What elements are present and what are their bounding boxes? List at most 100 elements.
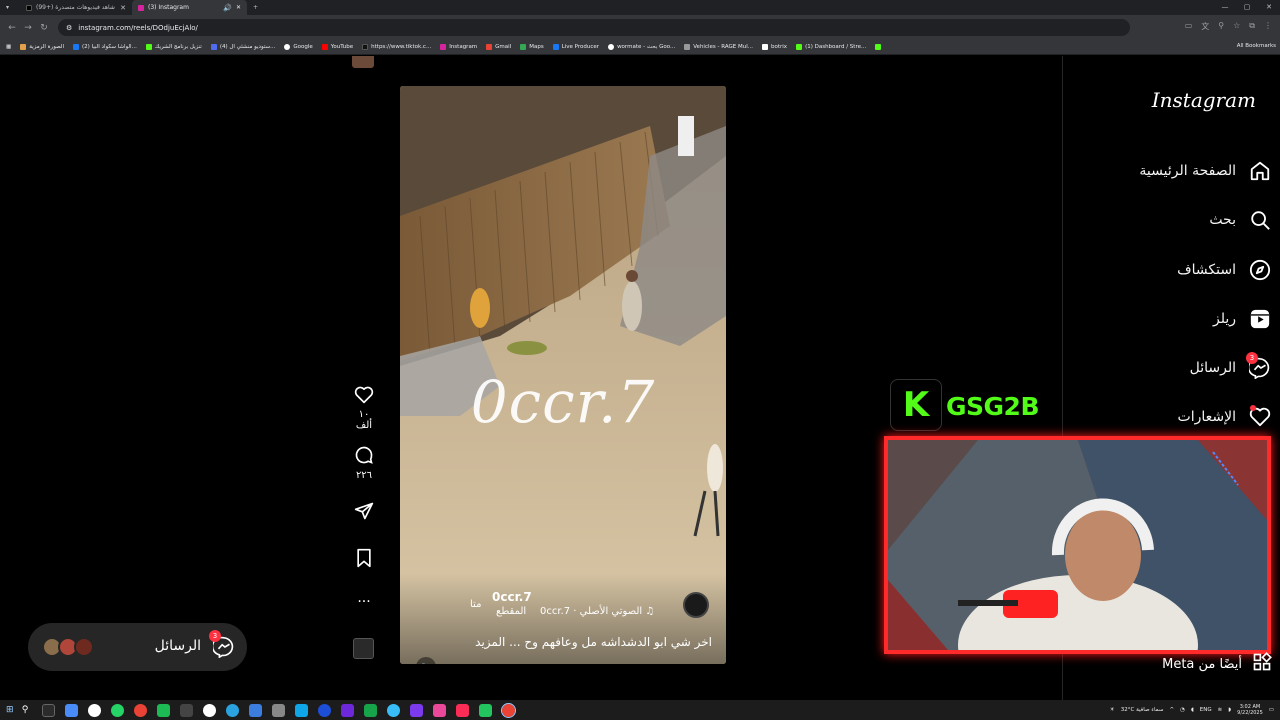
copilot-icon[interactable] xyxy=(64,703,78,717)
app-icon[interactable] xyxy=(271,703,285,717)
close-icon[interactable]: ✕ xyxy=(120,4,126,12)
previous-reel-thumbnail[interactable] xyxy=(352,56,374,68)
notifications-icon[interactable]: ▭ xyxy=(1269,707,1274,713)
menu-icon[interactable]: ⋮ xyxy=(1264,21,1272,32)
bookmark[interactable]: (2) الواشا سكواد البيا... xyxy=(73,44,137,50)
share-button[interactable] xyxy=(350,501,378,524)
maximize-icon[interactable]: ▢ xyxy=(1236,0,1258,15)
search-icon[interactable]: ⚲ xyxy=(19,704,32,717)
comment-button[interactable]: ٢٢٦ xyxy=(350,445,378,481)
bookmark[interactable]: wormate - بحث Goo... xyxy=(608,44,675,50)
reel-username[interactable]: 0ccr.7 xyxy=(492,590,532,604)
minimize-icon[interactable]: — xyxy=(1214,0,1236,15)
nav-reels[interactable]: ريلز xyxy=(1213,305,1272,333)
bookmark[interactable]: botrix xyxy=(762,44,787,50)
more-button[interactable]: ··· xyxy=(350,594,378,610)
also-from-label: أيضًا من Meta xyxy=(1162,656,1242,672)
save-button[interactable] xyxy=(350,548,378,571)
like-button[interactable]: ١٠ ألف xyxy=(350,386,378,431)
reel-video[interactable]: 0ccr.7 0ccr.7 متا المقطع ♫ الصوتي الأصلي… xyxy=(400,86,726,664)
premiere-icon[interactable] xyxy=(340,703,354,717)
heart-icon xyxy=(354,386,374,404)
language-indicator[interactable]: ENG xyxy=(1200,707,1212,713)
zoom-icon[interactable]: ⚲ xyxy=(1218,21,1224,32)
windows-start-icon[interactable]: ⊞ xyxy=(6,705,14,715)
reload-icon[interactable]: ↻ xyxy=(36,23,52,33)
chrome-icon[interactable] xyxy=(133,703,147,717)
app-icon[interactable] xyxy=(156,703,170,717)
network-icon[interactable]: ◔ xyxy=(1180,707,1185,713)
cast-icon[interactable]: ▭ xyxy=(1185,21,1193,32)
reel-audio[interactable]: ♫ الصوتي الأصلي · 0ccr.7 xyxy=(540,606,654,617)
all-bookmarks[interactable]: All Bookmarks xyxy=(1237,43,1276,49)
nav-home[interactable]: الصفحة الرئيسية xyxy=(1139,157,1272,185)
reel-caption[interactable]: اخر شي ابو الدشداشه مل وعافهم وح ... الم… xyxy=(470,635,712,649)
bookmark[interactable]: تنزيل برنامج الشريك xyxy=(145,44,202,50)
nav-messages[interactable]: 3 الرسائل xyxy=(1190,352,1272,382)
telegram-icon[interactable] xyxy=(225,703,239,717)
speaker-icon[interactable]: ◗ xyxy=(1228,707,1231,713)
messages-badge: 3 xyxy=(1246,352,1258,364)
app-icon[interactable] xyxy=(179,703,193,717)
tab-tiktok[interactable]: (99+) شاهد فيديوهات متصدرة ✕ xyxy=(20,0,132,15)
tiktok-live-icon[interactable] xyxy=(455,703,469,717)
edge-icon[interactable] xyxy=(386,703,400,717)
new-tab-button[interactable]: + xyxy=(247,0,263,15)
wifi-icon[interactable]: ≋ xyxy=(1218,707,1223,713)
close-icon[interactable]: ✕ xyxy=(236,4,241,11)
nav-label: بحث xyxy=(1209,212,1236,228)
follow-button[interactable]: متا xyxy=(470,599,481,610)
nav-explore[interactable]: استكشاف xyxy=(1177,256,1272,284)
app-icon[interactable] xyxy=(363,703,377,717)
studio-icon xyxy=(210,44,217,50)
back-icon[interactable]: ← xyxy=(4,23,20,33)
bookmark[interactable]: Instagram xyxy=(440,44,477,50)
obs-icon[interactable] xyxy=(478,703,492,717)
nav-search[interactable]: بحث xyxy=(1209,206,1272,234)
nav-notifications[interactable]: الإشعارات xyxy=(1178,403,1272,431)
tab-instagram[interactable]: (3) Instagram 🔊 ✕ xyxy=(132,0,247,15)
star-icon[interactable]: ☆ xyxy=(1233,21,1240,32)
bookmark[interactable]: Vehicles - RAGE Mul... xyxy=(684,44,753,50)
app-icon[interactable] xyxy=(202,703,216,717)
bookmark[interactable]: Gmail xyxy=(486,44,511,50)
app-icon[interactable] xyxy=(317,703,331,717)
apps-icon[interactable]: ▦ xyxy=(6,44,11,50)
site-info-icon[interactable]: ⚙ xyxy=(66,24,72,32)
bookmark[interactable]: Live Producer xyxy=(552,44,599,50)
tiktok-app-icon[interactable] xyxy=(87,703,101,717)
app-icon[interactable] xyxy=(432,703,446,717)
translate-icon[interactable]: 文 xyxy=(1201,21,1209,32)
audio-disc-avatar[interactable] xyxy=(683,592,709,618)
tray-chevron-icon[interactable]: ^ xyxy=(1169,707,1174,713)
bookmark[interactable] xyxy=(875,44,882,50)
bookmark[interactable]: (1) Dashboard / Stre... xyxy=(796,44,866,50)
instagram-logo[interactable]: Instagram xyxy=(1152,88,1256,112)
audio-thumbnail[interactable] xyxy=(353,638,374,659)
speaker-icon[interactable]: 🔊 xyxy=(223,4,232,12)
also-from-meta[interactable]: أيضًا من Meta xyxy=(1162,652,1272,674)
bookmark[interactable]: Google xyxy=(284,44,313,50)
address-bar[interactable]: ⚙ instagram.com/reels/DOdjuEcjAlo/ xyxy=(58,19,1130,36)
app-icon[interactable] xyxy=(248,703,262,717)
instagram-icon xyxy=(138,4,144,11)
messages-drawer[interactable]: الرسائل 3 xyxy=(28,623,247,671)
clock[interactable]: 3:02 AM 9/22/2025 xyxy=(1237,704,1263,716)
bookmark[interactable]: YouTube xyxy=(321,44,353,50)
bookmark[interactable]: Maps xyxy=(520,44,544,50)
close-window-icon[interactable]: ✕ xyxy=(1258,0,1280,15)
bookmark[interactable]: الصورة الرمزية xyxy=(20,44,64,50)
bookmark[interactable]: (4) ستوديو منشئي ال... xyxy=(210,44,275,50)
volume-icon[interactable]: ◖ xyxy=(1191,707,1194,713)
bookmark[interactable]: https://www.tiktok.c... xyxy=(362,44,431,50)
extensions-icon[interactable]: ⧉ xyxy=(1249,21,1255,32)
weather-text[interactable]: 32°C سماء صافية xyxy=(1121,707,1164,713)
chrome-active-icon[interactable] xyxy=(500,702,516,718)
tab-search-button[interactable]: ▾ xyxy=(0,0,20,15)
forward-icon[interactable]: → xyxy=(20,23,36,33)
steam-icon[interactable] xyxy=(294,703,308,717)
whatsapp-icon[interactable] xyxy=(110,703,124,717)
rage-icon xyxy=(684,44,691,50)
app-icon[interactable] xyxy=(409,703,423,717)
task-view-icon[interactable] xyxy=(41,703,55,717)
